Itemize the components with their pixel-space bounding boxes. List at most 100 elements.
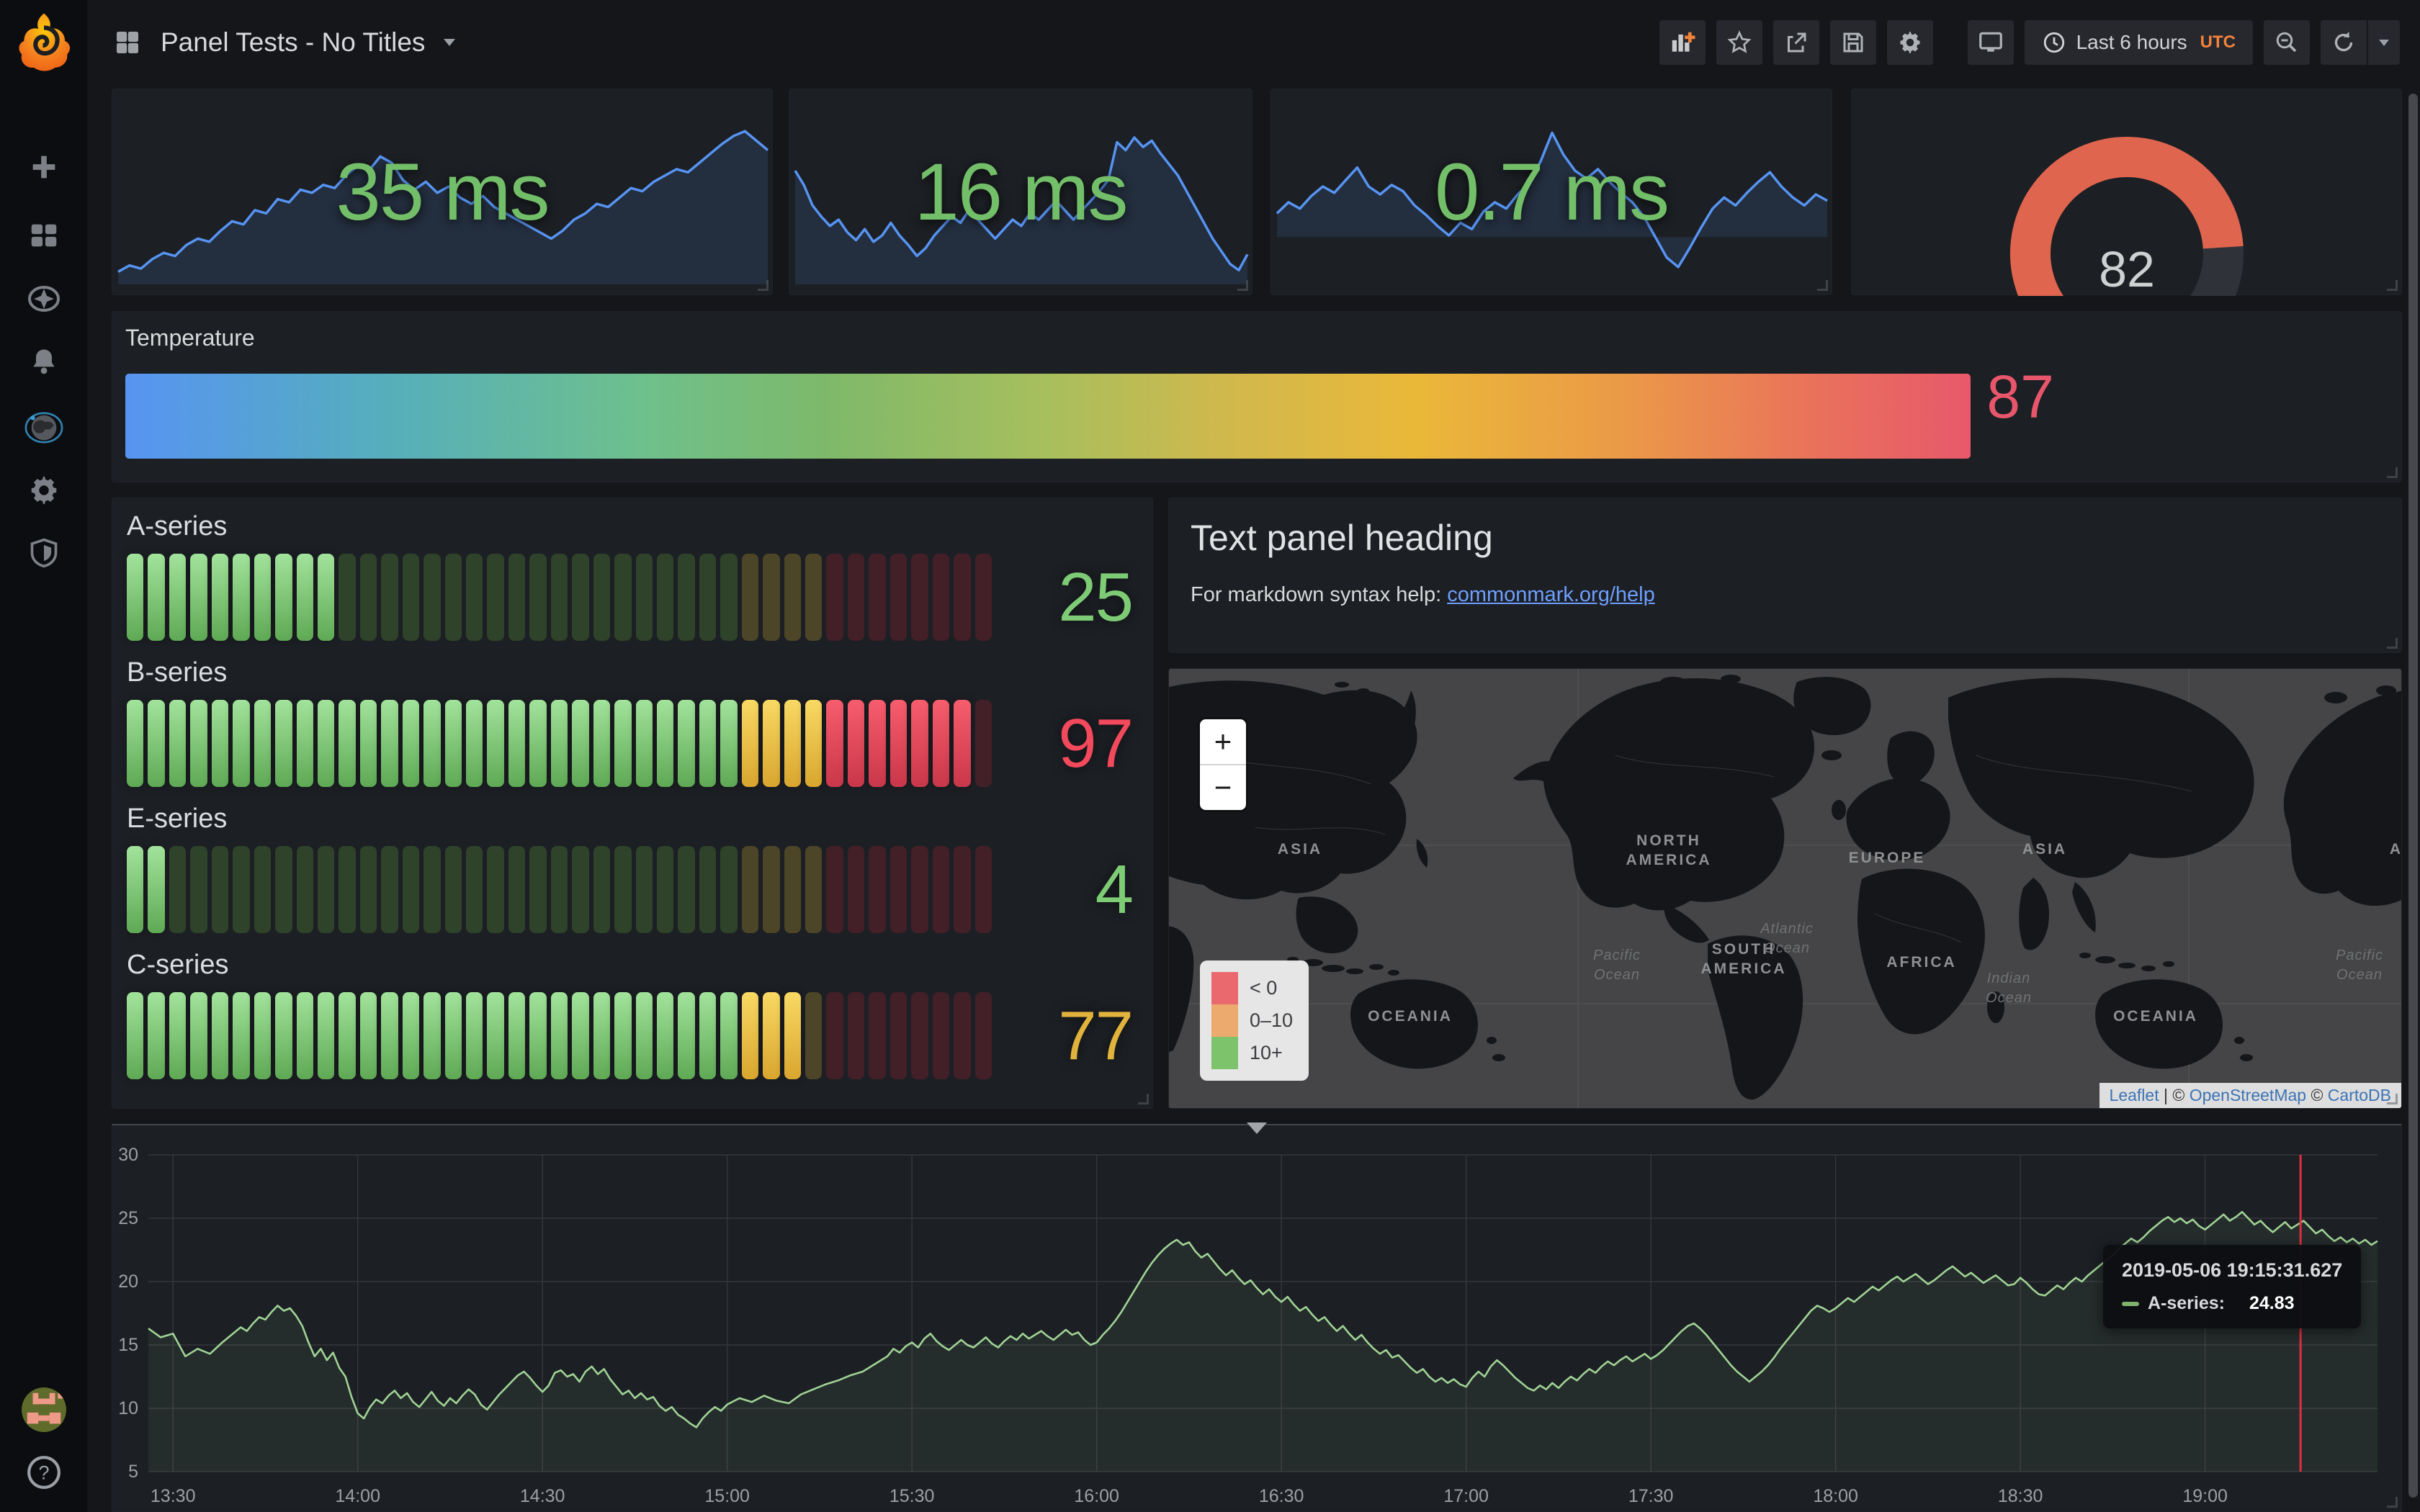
svg-text:Ocean: Ocean [2336,967,2383,983]
svg-text:82: 82 [2099,241,2155,296]
svg-text:ASIA: ASIA [2022,841,2067,858]
timezone-badge: UTC [2200,32,2236,52]
stat-panel-0-7ms[interactable]: 0.7 ms [1270,89,1832,295]
tooltip-timestamp: 2019-05-06 19:15:31.627 [2122,1259,2343,1281]
bargauge-series-label: E-series [127,804,228,834]
svg-text:Pacific: Pacific [2336,948,2383,963]
sidebar-explore-icon[interactable] [0,266,87,331]
sidebar-worldmap-plugin-icon[interactable] [0,395,87,460]
svg-text:13:30: 13:30 [151,1486,196,1506]
svg-text:Ocean: Ocean [1764,940,1810,956]
attribution-text: | © [2159,1086,2190,1104]
bargauge-panel[interactable]: A-series 25 B-series 97 E-series 4 C-series 77 [112,498,1153,1109]
bargauge-row: C-series 77 [127,950,1152,1079]
zoom-out-button[interactable] [2264,20,2310,65]
svg-text:19:00: 19:00 [2182,1486,2228,1506]
tooltip-series-label: A-series: [2148,1293,2225,1313]
legend-label: < 0 [1250,977,1278,999]
svg-text:OCEANIA: OCEANIA [2113,1008,2198,1025]
svg-text:25: 25 [118,1208,138,1228]
help-icon[interactable]: ? [0,1440,87,1505]
bargauge-value: 97 [1058,705,1134,782]
bargauge-row: A-series 25 [127,511,1152,641]
legend-swatch [1211,1037,1238,1069]
svg-text:AFRICA: AFRICA [1886,954,1956,971]
refresh-button[interactable] [2321,20,2367,65]
svg-text:Atlantic: Atlantic [1760,921,1814,937]
text-panel[interactable]: Text panel heading For markdown syntax h… [1168,498,2402,653]
bargauge-value: 77 [1058,997,1134,1074]
attribution-link[interactable]: Leaflet [2110,1086,2159,1104]
svg-text:10: 10 [118,1398,138,1418]
temperature-gradient-bar [125,374,1971,459]
settings-button[interactable] [1886,20,1933,65]
worldmap-panel[interactable]: AFRICAASIAOCEANIANORTHAMERICASOUTHAMERIC… [1168,668,2402,1109]
bargauge-track [127,992,992,1079]
panel-menu-caret-icon[interactable] [1247,1122,1267,1134]
sidebar-configuration-icon[interactable] [0,458,87,523]
world-map[interactable]: AFRICAASIAOCEANIANORTHAMERICASOUTHAMERIC… [1169,669,2402,1109]
share-button[interactable] [1773,20,1819,65]
stat-panel-35ms[interactable]: 35 ms [112,89,773,295]
legend-label: 10+ [1250,1042,1283,1063]
title-caret-icon[interactable] [444,39,456,46]
commonmark-link[interactable]: commonmark.org/help [1447,583,1655,606]
bargauge-row: B-series 97 [127,657,1152,787]
temperature-bargauge-panel[interactable]: Temperature 87 [112,311,2402,482]
svg-text:18:00: 18:00 [1813,1486,1858,1506]
svg-text:?: ? [38,1461,49,1483]
svg-text:15: 15 [118,1335,138,1355]
add-panel-button[interactable] [1659,20,1706,65]
bargauge-track [127,554,992,641]
svg-text:14:30: 14:30 [520,1486,565,1506]
bargauge-series-label: B-series [127,657,228,688]
gauge-panel[interactable]: 82 [1851,89,2402,336]
refresh-interval-dropdown[interactable] [2367,20,2400,65]
svg-text:17:30: 17:30 [1628,1486,1674,1506]
time-picker-button[interactable]: Last 6 hours UTC [2024,20,2253,65]
map-attribution: Leaflet | © OpenStreetMap © CartoDB [2099,1083,2401,1108]
sidebar-server-admin-icon[interactable] [0,521,87,585]
save-button[interactable] [1829,20,1876,65]
cycle-view-button[interactable] [1967,20,2014,65]
stat-panel-16ms[interactable]: 16 ms [789,89,1252,295]
svg-text:AMERICA: AMERICA [1626,852,1712,868]
top-navbar: Panel Tests - No Titles Last 6 hours UTC [87,0,2420,85]
map-zoom-out-button[interactable]: − [1200,765,1246,810]
legend-swatch [1211,972,1238,1004]
sidebar-alerting-icon[interactable] [0,329,87,394]
svg-text:Indian: Indian [1987,971,2031,986]
user-avatar[interactable] [0,1377,87,1442]
svg-text:AMERICA: AMERICA [1701,960,1787,977]
svg-text:ASIA: ASIA [1278,841,1322,858]
attribution-link[interactable]: CartoDB [2328,1086,2391,1104]
markdown-help-text: For markdown syntax help: [1191,583,1448,606]
attribution-link[interactable]: OpenStreetMap [2190,1086,2306,1104]
bargauge-series-label: A-series [127,511,228,541]
grafana-dashboard: ? Panel Tests - No Titles Last 6 hours U… [0,0,2420,1512]
map-zoom-in-button[interactable]: + [1200,719,1246,765]
map-legend: < 0 0–10 10+ [1200,960,1309,1081]
text-panel-body: For markdown syntax help: commonmark.org… [1191,583,2380,607]
sidebar-create-icon[interactable] [0,135,87,199]
bargauge-track [127,846,992,933]
svg-text:Pacific: Pacific [1593,948,1641,963]
svg-text:30: 30 [118,1145,138,1165]
page-scrollbar[interactable] [2408,94,2418,1498]
svg-text:14:00: 14:00 [335,1486,380,1506]
stat-value: 16 ms [914,147,1129,237]
grafana-logo-icon[interactable] [13,10,75,72]
svg-text:15:30: 15:30 [889,1486,935,1506]
sidebar-dashboards-icon[interactable] [0,203,87,268]
star-button[interactable] [1716,20,1762,65]
tooltip-series-value: 24.83 [2249,1293,2295,1313]
graph-panel[interactable]: 5 10 15 20 25 30 13:30 14:00 14:30 15:00 15:30 16:0… [112,1122,2402,1512]
sidebar: ? [0,0,87,1512]
bargauge-series-label: C-series [127,950,229,980]
time-range-label: Last 6 hours [2076,31,2187,53]
svg-text:EUROPE: EUROPE [1849,850,1926,866]
text-panel-heading: Text panel heading [1191,518,1493,558]
graph-tooltip: 2019-05-06 19:15:31.627 A-series: 24.83 [2103,1245,2362,1328]
attribution-text: © [2306,1086,2328,1104]
dashboard-title[interactable]: Panel Tests - No Titles [161,27,425,58]
